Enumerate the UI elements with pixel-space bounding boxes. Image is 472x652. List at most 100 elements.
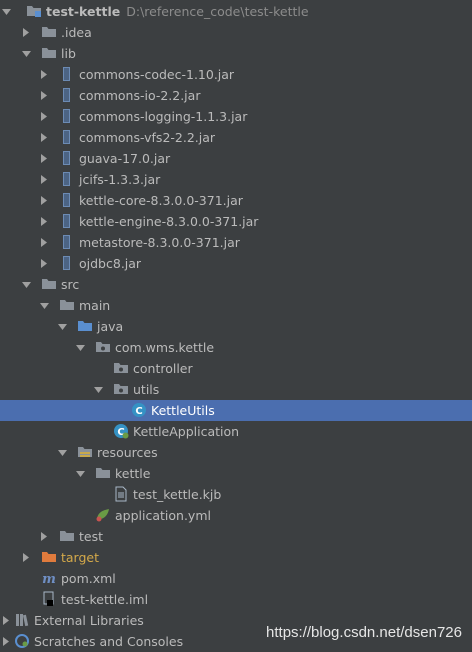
tree-row-ojdbc8-jar[interactable]: ojdbc8.jar (0, 253, 472, 274)
folder-icon (59, 297, 75, 313)
module-folder-icon (26, 3, 42, 19)
tree-row-label: kettle-engine-8.3.0.0-371.jar (79, 214, 259, 229)
tree-row-label: test-kettle.iml (61, 592, 149, 607)
jar-icon (59, 234, 75, 250)
tree-row-label: metastore-8.3.0.0-371.jar (79, 235, 240, 250)
chevron-down-icon[interactable] (20, 43, 32, 64)
tree-row-commons-logging-1-1-3-jar[interactable]: commons-logging-1.1.3.jar (0, 106, 472, 127)
chevron-right-icon[interactable] (38, 190, 50, 211)
jar-icon (59, 171, 75, 187)
tree-row-label: External Libraries (34, 613, 144, 628)
folder-icon (41, 45, 57, 61)
chevron-right-icon[interactable] (38, 127, 50, 148)
tree-row-resources[interactable]: resources (0, 442, 472, 463)
chevron-down-icon[interactable] (92, 379, 104, 400)
chevron-right-icon[interactable] (20, 22, 32, 43)
tree-row-label: jcifs-1.3.3.jar (79, 172, 161, 187)
tree-row-test-kettle-iml[interactable]: test-kettle.iml (0, 589, 472, 610)
jar-icon (59, 192, 75, 208)
chevron-down-icon[interactable] (56, 442, 68, 463)
tree-row-label: src (61, 277, 80, 292)
tree-row-label: KettleApplication (133, 424, 240, 439)
maven-icon: m (41, 570, 57, 586)
chevron-down-icon[interactable] (38, 295, 50, 316)
tree-row-label: utils (133, 382, 160, 397)
tree-row-label: test-kettle D:\reference_code\test-kettle (46, 4, 309, 19)
tree-row-label: resources (97, 445, 158, 460)
tree-row-label: commons-io-2.2.jar (79, 88, 201, 103)
tree-row-target[interactable]: target (0, 547, 472, 568)
tree-row-label: test (79, 529, 104, 544)
tree-row-kettle-core-8-3-0-0-371-jar[interactable]: kettle-core-8.3.0.0-371.jar (0, 190, 472, 211)
chevron-right-icon[interactable] (38, 253, 50, 274)
tree-row-label: com.wms.kettle (115, 340, 215, 355)
excluded-folder-icon (41, 549, 57, 565)
folder-icon (59, 528, 75, 544)
tree-row-application-yml[interactable]: application.yml (0, 505, 472, 526)
tree-row-label: main (79, 298, 111, 313)
tree-row-main[interactable]: main (0, 295, 472, 316)
tree-row-test-kettle[interactable]: test-kettle D:\reference_code\test-kettle (0, 1, 472, 22)
tree-row-kettle-engine-8-3-0-0-371-jar[interactable]: kettle-engine-8.3.0.0-371.jar (0, 211, 472, 232)
tree-row-commons-codec-1-10-jar[interactable]: commons-codec-1.10.jar (0, 64, 472, 85)
jar-icon (59, 213, 75, 229)
chevron-down-icon[interactable] (56, 316, 68, 337)
tree-row-label: KettleUtils (151, 403, 215, 418)
tree-row-java[interactable]: java (0, 316, 472, 337)
resources-folder-icon (77, 444, 93, 460)
tree-row-metastore-8-3-0-0-371-jar[interactable]: metastore-8.3.0.0-371.jar (0, 232, 472, 253)
tree-row-label: ojdbc8.jar (79, 256, 142, 271)
tree-row-controller[interactable]: controller (0, 358, 472, 379)
tree-row-commons-vfs2-2-2-jar[interactable]: commons-vfs2-2.2.jar (0, 127, 472, 148)
jar-icon (59, 87, 75, 103)
tree-row-utils[interactable]: utils (0, 379, 472, 400)
chevron-right-icon[interactable] (38, 169, 50, 190)
tree-row-label: kettle (115, 466, 151, 481)
chevron-right-icon[interactable] (0, 610, 12, 631)
chevron-down-icon[interactable] (74, 463, 86, 484)
chevron-right-icon[interactable] (38, 106, 50, 127)
chevron-down-icon[interactable] (20, 274, 32, 295)
tree-row-com-wms-kettle[interactable]: com.wms.kettle (0, 337, 472, 358)
jar-icon (59, 108, 75, 124)
chevron-right-icon[interactable] (0, 631, 12, 652)
tree-row-kettleutils[interactable]: C KettleUtils (0, 400, 472, 421)
tree-row-guava-17-0-jar[interactable]: guava-17.0.jar (0, 148, 472, 169)
jar-icon (59, 255, 75, 271)
package-icon (113, 360, 129, 376)
tree-row-kettle[interactable]: kettle (0, 463, 472, 484)
tree-row-label: pom.xml (61, 571, 116, 586)
tree-row-src[interactable]: src (0, 274, 472, 295)
tree-row-pom-xml[interactable]: m pom.xml (0, 568, 472, 589)
svg-text:C: C (135, 406, 142, 417)
tree-row-jcifs-1-3-3-jar[interactable]: jcifs-1.3.3.jar (0, 169, 472, 190)
spring-app-class-icon: C (113, 423, 129, 439)
tree-row-label: guava-17.0.jar (79, 151, 171, 166)
chevron-right-icon[interactable] (38, 232, 50, 253)
tree-row-kettleapplication[interactable]: C KettleApplication (0, 421, 472, 442)
chevron-right-icon[interactable] (38, 85, 50, 106)
chevron-down-icon[interactable] (0, 1, 12, 22)
folder-icon (41, 276, 57, 292)
chevron-right-icon[interactable] (38, 526, 50, 547)
folder-icon (95, 465, 111, 481)
source-folder-icon (77, 318, 93, 334)
tree-row-idea[interactable]: .idea (0, 22, 472, 43)
tree-row-label: lib (61, 46, 76, 61)
chevron-right-icon[interactable] (38, 211, 50, 232)
scratches-icon (14, 633, 30, 649)
chevron-right-icon[interactable] (38, 64, 50, 85)
chevron-right-icon[interactable] (20, 547, 32, 568)
chevron-down-icon[interactable] (74, 337, 86, 358)
chevron-right-icon[interactable] (38, 148, 50, 169)
folder-icon (41, 24, 57, 40)
tree-row-label: Scratches and Consoles (34, 634, 184, 649)
tree-row-commons-io-2-2-jar[interactable]: commons-io-2.2.jar (0, 85, 472, 106)
library-icon (14, 612, 30, 628)
tree-row-label: target (61, 550, 100, 565)
tree-row-lib[interactable]: lib (0, 43, 472, 64)
tree-row-test[interactable]: test (0, 526, 472, 547)
text-file-icon (113, 486, 129, 502)
iml-file-icon (41, 591, 57, 607)
tree-row-test-kettle-kjb[interactable]: test_kettle.kjb (0, 484, 472, 505)
